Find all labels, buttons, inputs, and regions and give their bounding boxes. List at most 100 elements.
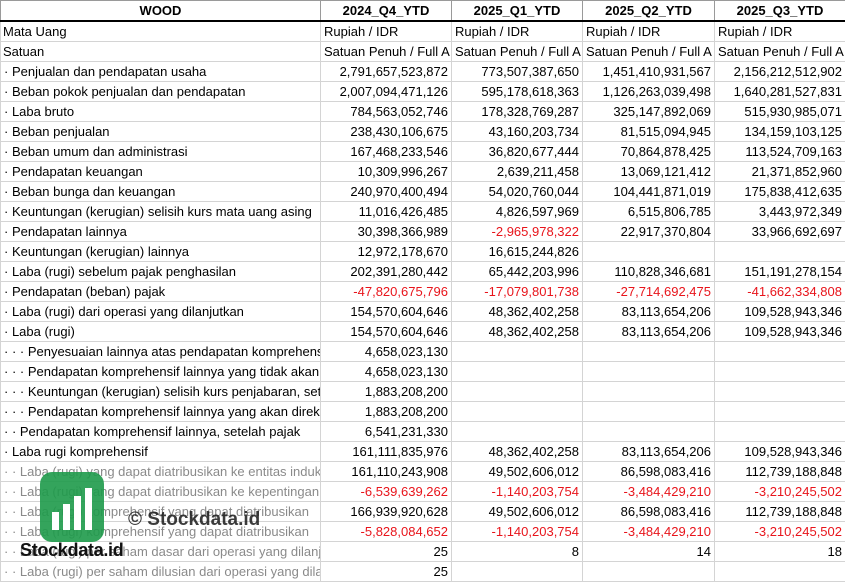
value-cell[interactable]: 13,069,121,412 bbox=[583, 162, 715, 182]
value-cell[interactable]: 515,930,985,071 bbox=[715, 102, 845, 122]
value-cell[interactable]: 4,658,023,130 bbox=[321, 362, 452, 382]
row-label[interactable]: · · · Pendapatan komprehensif lainnya ya… bbox=[1, 402, 321, 422]
value-cell[interactable]: 65,442,203,996 bbox=[452, 262, 583, 282]
row-label[interactable]: · Pendapatan (beban) pajak bbox=[1, 282, 321, 302]
value-cell[interactable]: 2,639,211,458 bbox=[452, 162, 583, 182]
value-cell[interactable]: -3,210,245,502 bbox=[715, 482, 845, 502]
row-label[interactable]: · · · Pendapatan komprehensif lainnya ya… bbox=[1, 362, 321, 382]
value-cell[interactable]: 43,160,203,734 bbox=[452, 122, 583, 142]
value-cell[interactable]: 86,598,083,416 bbox=[583, 462, 715, 482]
value-cell[interactable]: 21,371,852,960 bbox=[715, 162, 845, 182]
meta-cell[interactable]: Rupiah / IDR bbox=[452, 21, 583, 42]
value-cell[interactable]: 10,309,996,267 bbox=[321, 162, 452, 182]
value-cell[interactable]: 784,563,052,746 bbox=[321, 102, 452, 122]
value-cell[interactable]: 14 bbox=[583, 542, 715, 562]
value-cell[interactable]: 240,970,400,494 bbox=[321, 182, 452, 202]
meta-cell[interactable]: Rupiah / IDR bbox=[583, 21, 715, 42]
value-cell[interactable]: 6,541,231,330 bbox=[321, 422, 452, 442]
value-cell[interactable] bbox=[452, 402, 583, 422]
row-label[interactable]: · Beban umum dan administrasi bbox=[1, 142, 321, 162]
header-2025-q1[interactable]: 2025_Q1_YTD bbox=[452, 1, 583, 22]
meta-label[interactable]: Satuan bbox=[1, 42, 321, 62]
row-label[interactable]: · Beban pokok penjualan dan pendapatan bbox=[1, 82, 321, 102]
meta-cell[interactable]: Satuan Penuh / Full A bbox=[583, 42, 715, 62]
row-label[interactable]: · Penjualan dan pendapatan usaha bbox=[1, 62, 321, 82]
value-cell[interactable]: 16,615,244,826 bbox=[452, 242, 583, 262]
value-cell[interactable]: 1,883,208,200 bbox=[321, 382, 452, 402]
value-cell[interactable]: 3,443,972,349 bbox=[715, 202, 845, 222]
row-label[interactable]: · · Laba (rugi) per saham dilusian dari … bbox=[1, 562, 321, 582]
value-cell[interactable]: -3,210,245,502 bbox=[715, 522, 845, 542]
value-cell[interactable] bbox=[452, 382, 583, 402]
value-cell[interactable]: 112,739,188,848 bbox=[715, 502, 845, 522]
row-label[interactable]: · Laba (rugi) dari operasi yang dilanjut… bbox=[1, 302, 321, 322]
value-cell[interactable] bbox=[715, 362, 845, 382]
value-cell[interactable]: 166,939,920,628 bbox=[321, 502, 452, 522]
row-label[interactable]: · · · Keuntungan (kerugian) selisih kurs… bbox=[1, 382, 321, 402]
header-2025-q2[interactable]: 2025_Q2_YTD bbox=[583, 1, 715, 22]
value-cell[interactable]: 83,113,654,206 bbox=[583, 442, 715, 462]
row-label[interactable]: · Laba rugi komprehensif bbox=[1, 442, 321, 462]
value-cell[interactable]: -5,828,084,652 bbox=[321, 522, 452, 542]
value-cell[interactable] bbox=[583, 242, 715, 262]
value-cell[interactable] bbox=[583, 422, 715, 442]
value-cell[interactable]: -17,079,801,738 bbox=[452, 282, 583, 302]
value-cell[interactable]: 175,838,412,635 bbox=[715, 182, 845, 202]
value-cell[interactable]: 151,191,278,154 bbox=[715, 262, 845, 282]
value-cell[interactable] bbox=[583, 362, 715, 382]
header-2024-q4[interactable]: 2024_Q4_YTD bbox=[321, 1, 452, 22]
value-cell[interactable]: 325,147,892,069 bbox=[583, 102, 715, 122]
value-cell[interactable]: 134,159,103,125 bbox=[715, 122, 845, 142]
value-cell[interactable] bbox=[452, 562, 583, 582]
row-label[interactable]: · Keuntungan (kerugian) selisih kurs mat… bbox=[1, 202, 321, 222]
value-cell[interactable]: 773,507,387,650 bbox=[452, 62, 583, 82]
value-cell[interactable]: -41,662,334,808 bbox=[715, 282, 845, 302]
value-cell[interactable]: 112,739,188,848 bbox=[715, 462, 845, 482]
value-cell[interactable]: -3,484,429,210 bbox=[583, 522, 715, 542]
value-cell[interactable]: 154,570,604,646 bbox=[321, 302, 452, 322]
value-cell[interactable]: 49,502,606,012 bbox=[452, 462, 583, 482]
value-cell[interactable]: 83,113,654,206 bbox=[583, 322, 715, 342]
value-cell[interactable]: -1,140,203,754 bbox=[452, 482, 583, 502]
value-cell[interactable] bbox=[583, 562, 715, 582]
value-cell[interactable]: 54,020,760,044 bbox=[452, 182, 583, 202]
value-cell[interactable] bbox=[715, 562, 845, 582]
value-cell[interactable]: 161,110,243,908 bbox=[321, 462, 452, 482]
value-cell[interactable]: 154,570,604,646 bbox=[321, 322, 452, 342]
value-cell[interactable]: 109,528,943,346 bbox=[715, 302, 845, 322]
value-cell[interactable]: -6,539,639,262 bbox=[321, 482, 452, 502]
value-cell[interactable]: 161,111,835,976 bbox=[321, 442, 452, 462]
value-cell[interactable] bbox=[583, 402, 715, 422]
value-cell[interactable]: 70,864,878,425 bbox=[583, 142, 715, 162]
value-cell[interactable]: 104,441,871,019 bbox=[583, 182, 715, 202]
value-cell[interactable]: -27,714,692,475 bbox=[583, 282, 715, 302]
value-cell[interactable]: 2,156,212,512,902 bbox=[715, 62, 845, 82]
row-label[interactable]: · Beban bunga dan keuangan bbox=[1, 182, 321, 202]
value-cell[interactable]: -3,484,429,210 bbox=[583, 482, 715, 502]
value-cell[interactable] bbox=[715, 382, 845, 402]
value-cell[interactable]: 81,515,094,945 bbox=[583, 122, 715, 142]
value-cell[interactable]: 1,451,410,931,567 bbox=[583, 62, 715, 82]
value-cell[interactable]: 1,640,281,527,831 bbox=[715, 82, 845, 102]
row-label[interactable]: · Laba (rugi) bbox=[1, 322, 321, 342]
value-cell[interactable] bbox=[452, 342, 583, 362]
meta-label[interactable]: Mata Uang bbox=[1, 21, 321, 42]
value-cell[interactable]: -1,140,203,754 bbox=[452, 522, 583, 542]
value-cell[interactable]: 83,113,654,206 bbox=[583, 302, 715, 322]
value-cell[interactable]: 1,126,263,039,498 bbox=[583, 82, 715, 102]
value-cell[interactable] bbox=[715, 422, 845, 442]
meta-cell[interactable]: Satuan Penuh / Full A bbox=[452, 42, 583, 62]
value-cell[interactable]: 109,528,943,346 bbox=[715, 322, 845, 342]
value-cell[interactable]: 49,502,606,012 bbox=[452, 502, 583, 522]
value-cell[interactable] bbox=[583, 342, 715, 362]
value-cell[interactable]: 30,398,366,989 bbox=[321, 222, 452, 242]
value-cell[interactable] bbox=[715, 342, 845, 362]
row-label[interactable]: · Pendapatan keuangan bbox=[1, 162, 321, 182]
row-label[interactable]: · Pendapatan lainnya bbox=[1, 222, 321, 242]
value-cell[interactable]: 202,391,280,442 bbox=[321, 262, 452, 282]
value-cell[interactable] bbox=[715, 242, 845, 262]
value-cell[interactable]: 2,791,657,523,872 bbox=[321, 62, 452, 82]
value-cell[interactable]: 6,515,806,785 bbox=[583, 202, 715, 222]
header-ticker[interactable]: WOOD bbox=[1, 1, 321, 22]
value-cell[interactable]: -2,965,978,322 bbox=[452, 222, 583, 242]
